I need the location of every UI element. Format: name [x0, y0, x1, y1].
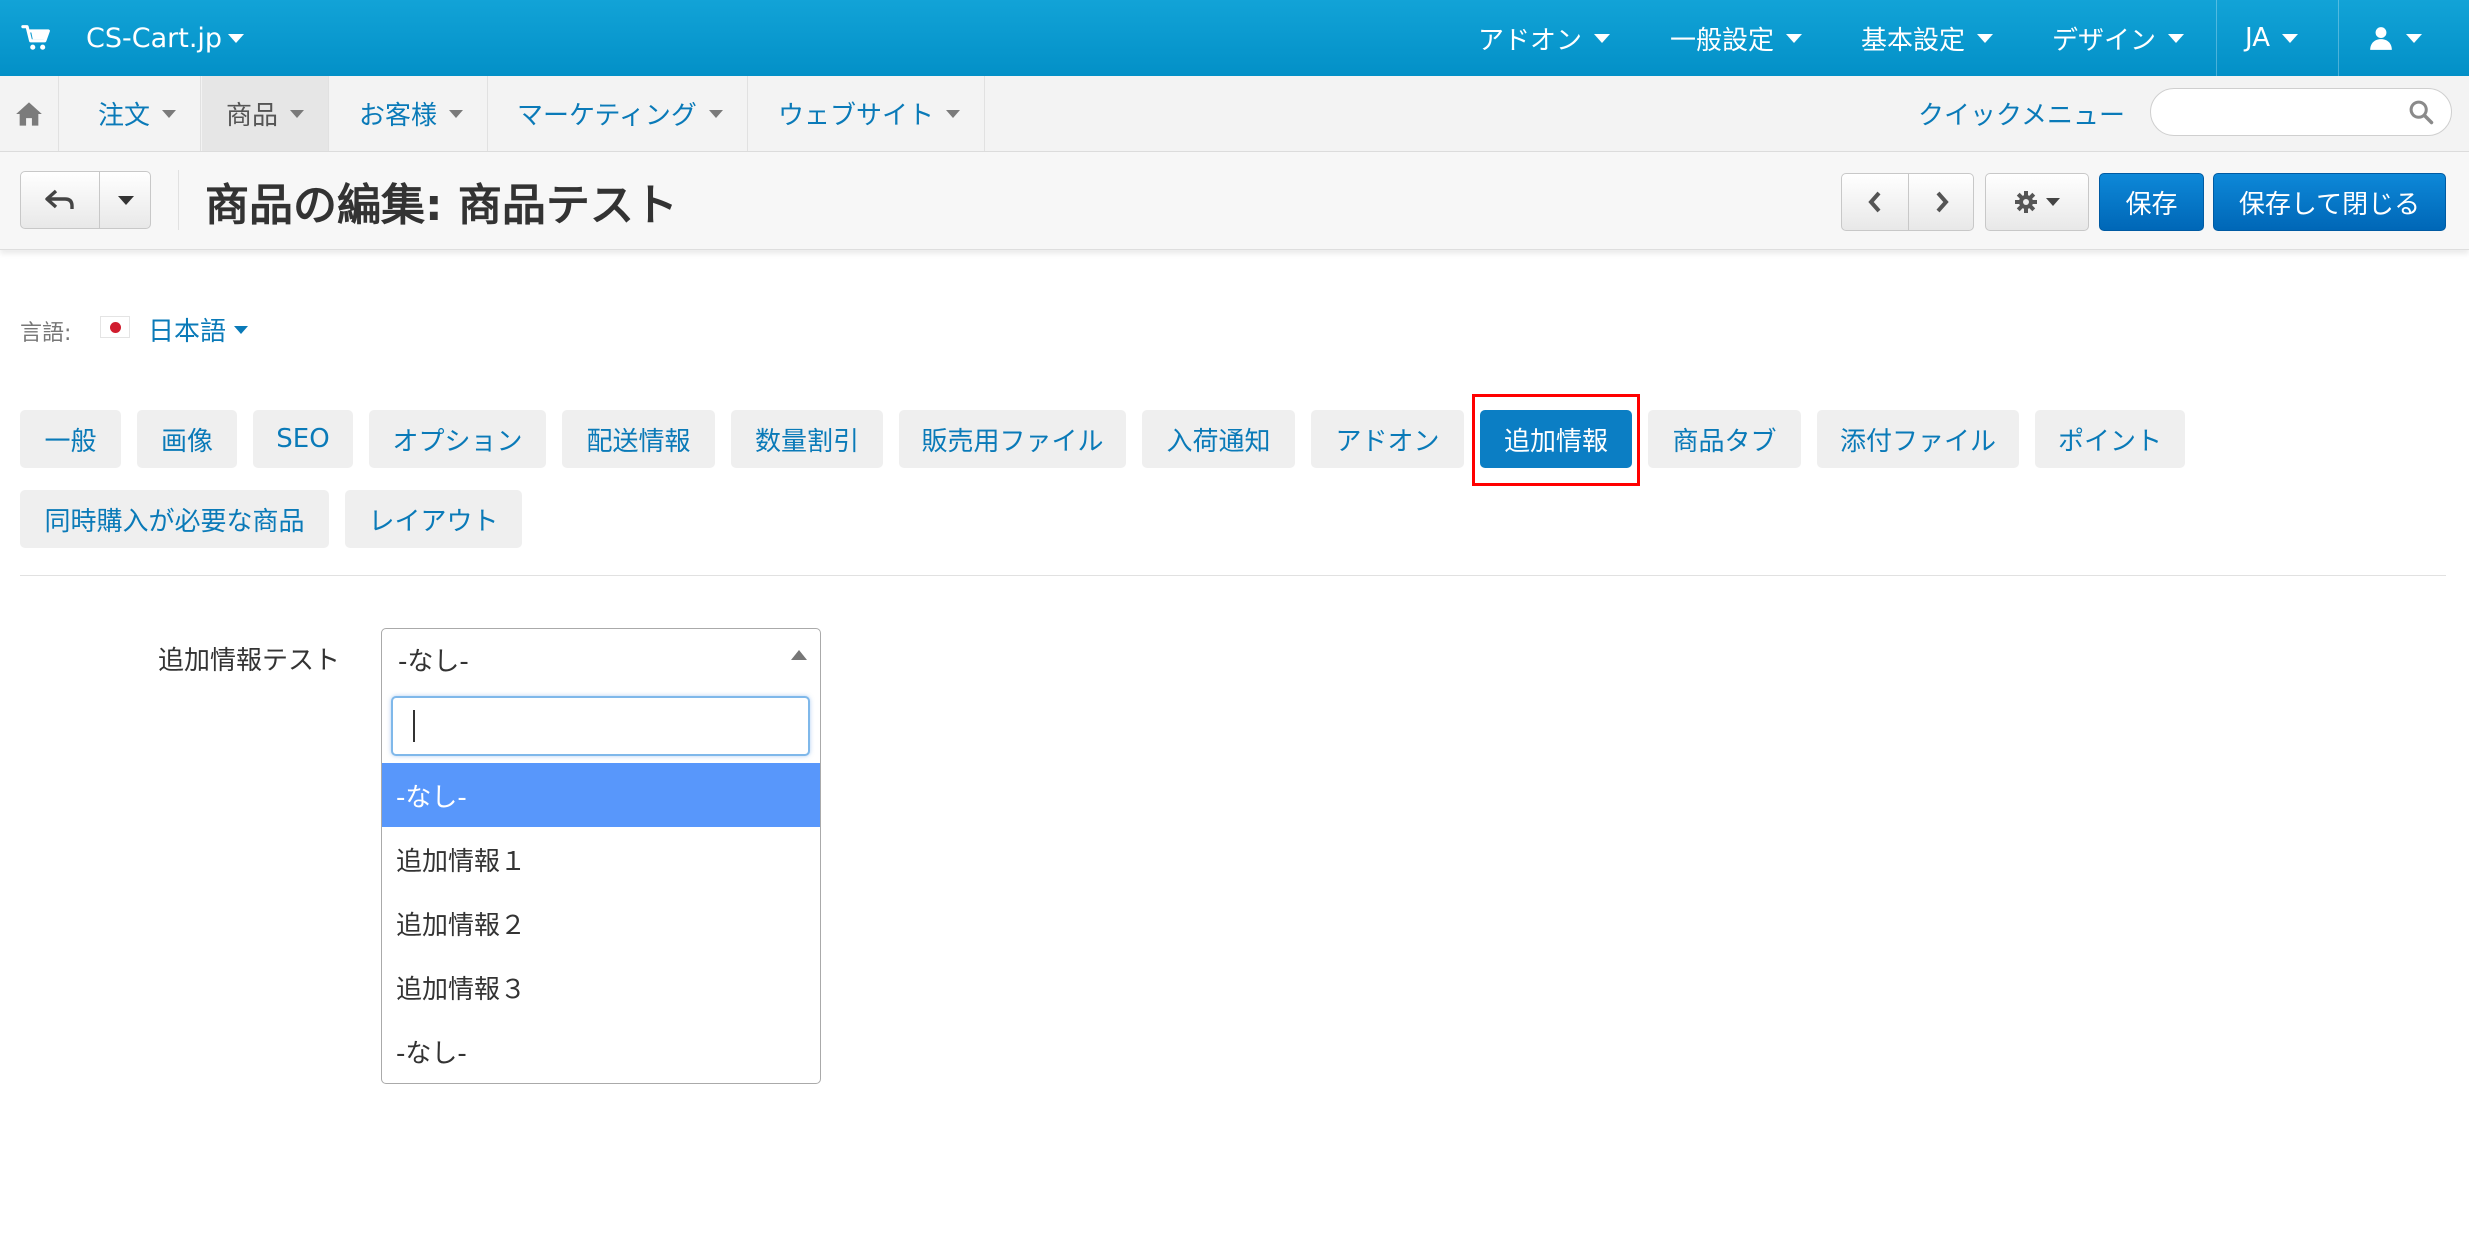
- tab-required-products[interactable]: 同時購入が必要な商品: [20, 490, 329, 548]
- divider: [178, 170, 179, 230]
- chevron-down-icon: [449, 109, 464, 118]
- search-icon: [2409, 100, 2434, 125]
- tab-layout[interactable]: レイアウト: [345, 490, 522, 548]
- tab-options[interactable]: オプション: [369, 410, 546, 468]
- topmenu-design-label: デザイン: [2052, 25, 2157, 56]
- tab-general[interactable]: 一般: [20, 410, 121, 468]
- chevron-down-icon: [946, 109, 961, 118]
- select-option[interactable]: 追加情報３: [382, 955, 820, 1019]
- tab-attachments[interactable]: 添付ファイル: [1817, 410, 2019, 468]
- prev-product-button[interactable]: [1842, 174, 1908, 230]
- chevron-down-icon: [2282, 33, 2298, 43]
- back-arrow-icon: [45, 189, 74, 209]
- chevron-down-icon: [1977, 33, 1994, 43]
- divider: [2216, 0, 2217, 76]
- topmenu-language[interactable]: JA: [2245, 0, 2298, 76]
- save-button[interactable]: 保存: [2099, 173, 2204, 231]
- topmenu-general-settings[interactable]: 一般設定: [1670, 0, 1803, 76]
- select-option[interactable]: -なし-: [382, 763, 820, 827]
- tab-product-tabs[interactable]: 商品タブ: [1648, 410, 1801, 468]
- quick-search-input[interactable]: [2150, 88, 2452, 136]
- chevron-down-icon: [1594, 33, 1611, 43]
- topmenu-general-settings-label: 一般設定: [1670, 25, 1775, 56]
- language-label: 言語:: [20, 321, 72, 346]
- japan-flag-icon: [100, 316, 130, 338]
- gear-icon: [2015, 191, 2037, 213]
- home-icon: [16, 101, 42, 126]
- tab-reward-points[interactable]: ポイント: [2035, 410, 2185, 468]
- dropdown-search-input[interactable]: [391, 696, 810, 756]
- topmenu-addons[interactable]: アドオン: [1478, 0, 1611, 76]
- settings-dropdown-button[interactable]: [1985, 173, 2089, 231]
- home-link[interactable]: [0, 76, 59, 151]
- user-icon: [2370, 27, 2392, 50]
- tab-back-in-stock[interactable]: 入荷通知: [1142, 410, 1295, 468]
- chevron-up-icon: [791, 650, 807, 660]
- nav-item-orders[interactable]: 注文: [74, 76, 202, 151]
- chevron-down-icon: [1786, 33, 1803, 43]
- chevron-down-icon: [162, 109, 177, 118]
- tab-quantity-discounts[interactable]: 数量割引: [731, 410, 883, 468]
- nav-item-website-label: ウェブサイト: [778, 101, 935, 131]
- divider: [20, 575, 2446, 576]
- topmenu-basic-settings[interactable]: 基本設定: [1861, 0, 1994, 76]
- next-product-button[interactable]: [1909, 174, 1975, 230]
- nav-item-website[interactable]: ウェブサイト: [754, 76, 986, 151]
- tab-seo[interactable]: SEO: [253, 410, 353, 468]
- quick-menu-link[interactable]: クイックメニュー: [1918, 76, 2125, 151]
- highlight-box: [1472, 394, 1640, 486]
- divider: [2338, 0, 2339, 76]
- chevron-left-icon: [1868, 191, 1881, 213]
- tab-addons[interactable]: アドオン: [1311, 410, 1464, 468]
- tab-files[interactable]: 販売用ファイル: [899, 410, 1126, 468]
- select-option[interactable]: 追加情報２: [382, 891, 820, 955]
- topmenu-basic-settings-label: 基本設定: [1861, 25, 1966, 56]
- tab-images[interactable]: 画像: [137, 410, 237, 468]
- nav-item-products[interactable]: 商品: [202, 76, 330, 151]
- nav-item-customers-label: お客様: [359, 101, 438, 131]
- topmenu-language-label: JA: [2245, 23, 2270, 53]
- chevron-right-icon: [1936, 191, 1949, 213]
- select-option[interactable]: -なし-: [382, 1019, 820, 1083]
- chevron-down-icon: [2168, 33, 2185, 43]
- nav-item-orders-label: 注文: [98, 101, 151, 131]
- chevron-down-icon: [2046, 198, 2060, 206]
- main-nav: 注文 商品 お客様 マーケティング ウェブサイト クイックメニュー: [0, 76, 2469, 152]
- nav-item-products-label: 商品: [226, 101, 279, 131]
- chevron-down-icon: [118, 195, 134, 205]
- select-option[interactable]: 追加情報１: [382, 827, 820, 891]
- back-button[interactable]: [21, 171, 99, 229]
- top-bar: CS-Cart.jp アドオン 一般設定 基本設定 デザイン JA: [0, 0, 2469, 76]
- save-and-close-button[interactable]: 保存して閉じる: [2213, 173, 2446, 231]
- chevron-down-icon: [290, 109, 305, 118]
- nav-item-marketing[interactable]: マーケティング: [493, 76, 748, 151]
- nav-item-marketing-label: マーケティング: [517, 101, 697, 131]
- language-value: 日本語: [148, 317, 227, 347]
- brand-name: CS-Cart.jp: [86, 22, 223, 54]
- prev-next-group: [1841, 173, 1974, 231]
- topmenu-addons-label: アドオン: [1478, 25, 1583, 56]
- tab-shipping[interactable]: 配送情報: [562, 410, 715, 468]
- user-menu[interactable]: [2368, 0, 2422, 76]
- select-value: -なし-: [398, 647, 469, 677]
- cart-icon: [21, 25, 50, 50]
- page-title: 商品の編集: 商品テスト: [205, 180, 678, 231]
- language-selector[interactable]: 日本語: [148, 311, 249, 348]
- field-label: 追加情報テスト: [158, 646, 341, 676]
- topmenu-design[interactable]: デザイン: [2052, 0, 2185, 76]
- chevron-down-icon: [234, 325, 249, 334]
- text-cursor: [413, 710, 415, 742]
- nav-item-customers[interactable]: お客様: [335, 76, 489, 151]
- chevron-down-icon: [2406, 33, 2422, 43]
- store-switcher[interactable]: CS-Cart.jp: [20, 0, 245, 76]
- chevron-down-icon: [708, 109, 723, 118]
- chevron-down-icon: [228, 33, 245, 43]
- back-dropdown-button[interactable]: [100, 171, 152, 229]
- back-button-group: [20, 171, 151, 229]
